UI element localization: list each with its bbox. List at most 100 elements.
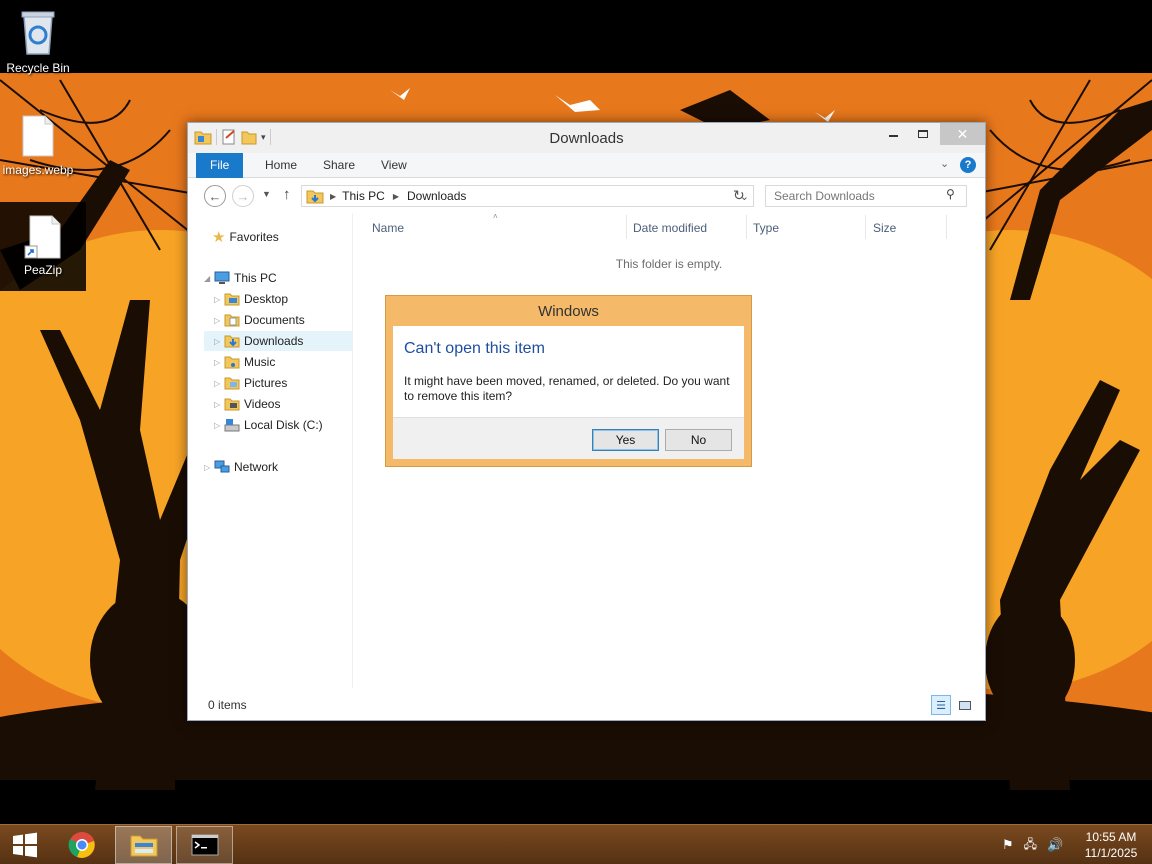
tab-view[interactable]: View bbox=[367, 153, 421, 178]
videos-folder-icon bbox=[224, 398, 240, 411]
yes-button[interactable]: Yes bbox=[592, 429, 659, 451]
tab-share[interactable]: Share bbox=[309, 153, 369, 178]
windows-logo-icon bbox=[13, 832, 37, 858]
taskbar-command-prompt[interactable] bbox=[176, 826, 233, 864]
file-icon bbox=[22, 115, 54, 157]
item-count: 0 items bbox=[208, 698, 247, 712]
search-icon[interactable]: ⚲ bbox=[946, 187, 955, 201]
nav-item-label: Desktop bbox=[244, 292, 289, 306]
column-header-type[interactable]: Type bbox=[753, 221, 779, 235]
collapsed-arrow-icon[interactable]: ▷ bbox=[214, 358, 224, 367]
back-button[interactable]: ← bbox=[204, 185, 226, 207]
dialog-message: It might have been moved, renamed, or de… bbox=[404, 374, 730, 403]
refresh-icon[interactable]: ↻ bbox=[733, 187, 745, 204]
start-button[interactable] bbox=[4, 826, 46, 864]
dialog-heading: Can't open this item bbox=[404, 340, 545, 357]
expanded-arrow-icon[interactable]: ◢ bbox=[204, 274, 214, 283]
collapsed-arrow-icon[interactable]: ▷ bbox=[214, 316, 224, 325]
no-button[interactable]: No bbox=[665, 429, 732, 451]
maximize-button[interactable] bbox=[910, 123, 936, 145]
column-divider[interactable] bbox=[626, 215, 627, 239]
collapsed-arrow-icon[interactable]: ▷ bbox=[214, 400, 224, 409]
tab-home[interactable]: Home bbox=[251, 153, 311, 178]
shortcut-file-icon bbox=[24, 215, 61, 259]
desktop-icon-label: images.webp bbox=[2, 163, 74, 177]
volume-icon[interactable]: 🔊 bbox=[1047, 837, 1063, 853]
chrome-icon bbox=[68, 832, 95, 858]
sidebar-item-videos[interactable]: ▷ Videos bbox=[214, 394, 280, 414]
action-center-flag-icon[interactable]: ⚑ bbox=[1002, 837, 1014, 853]
navigation-pane: ★ Favorites ◢ This PC ▷ Desktop ▷ Docume… bbox=[188, 213, 353, 688]
sidebar-item-downloads[interactable]: ▷ Downloads bbox=[204, 331, 352, 351]
network-status-icon[interactable]: 🖧 bbox=[1024, 835, 1037, 856]
sidebar-item-local-disk[interactable]: ▷ Local Disk (C:) bbox=[214, 415, 323, 435]
breadcrumb[interactable]: ▶ This PC ▶ Downloads ⌄ bbox=[301, 185, 754, 207]
column-header-name[interactable]: Name bbox=[372, 221, 404, 235]
file-explorer-icon bbox=[130, 835, 157, 857]
column-divider[interactable] bbox=[865, 215, 866, 239]
minimize-icon bbox=[888, 135, 898, 137]
nav-item-favorites[interactable]: ★ Favorites bbox=[212, 227, 279, 247]
sidebar-item-desktop[interactable]: ▷ Desktop bbox=[214, 289, 288, 309]
drive-icon bbox=[224, 419, 240, 432]
error-dialog: Windows Can't open this item It might ha… bbox=[385, 295, 752, 467]
status-bar: 0 items ☰ bbox=[188, 693, 985, 721]
collapsed-arrow-icon[interactable]: ▷ bbox=[214, 379, 224, 388]
column-header-date-modified[interactable]: Date modified bbox=[633, 221, 707, 235]
collapsed-arrow-icon[interactable]: ▷ bbox=[214, 337, 224, 346]
maximize-icon bbox=[918, 130, 928, 138]
expand-ribbon-icon[interactable]: ⌄ bbox=[940, 157, 949, 170]
dialog-body: Can't open this item It might have been … bbox=[393, 326, 744, 459]
details-view-button[interactable]: ☰ bbox=[931, 695, 951, 715]
breadcrumb-downloads[interactable]: Downloads bbox=[407, 189, 466, 203]
title-bar[interactable]: ▾ Downloads ✕ bbox=[188, 123, 985, 153]
documents-folder-icon bbox=[224, 314, 240, 327]
tab-file[interactable]: File bbox=[196, 153, 244, 178]
desktop-icon-label: PeaZip bbox=[23, 263, 63, 277]
recycle-bin-icon bbox=[21, 11, 55, 55]
desktop-icon-images-webp[interactable]: images.webp bbox=[0, 112, 76, 180]
forward-arrow-icon: → bbox=[236, 188, 250, 204]
forward-button[interactable]: → bbox=[232, 185, 254, 207]
nav-item-network[interactable]: ▷ Network bbox=[204, 457, 278, 477]
search-input[interactable]: Search Downloads bbox=[765, 185, 967, 207]
downloads-folder-icon bbox=[306, 190, 324, 203]
command-prompt-icon bbox=[191, 834, 218, 856]
taskbar-chrome[interactable] bbox=[60, 826, 104, 864]
sidebar-item-pictures[interactable]: ▷ Pictures bbox=[214, 373, 287, 393]
window-title: Downloads bbox=[549, 130, 624, 147]
nav-item-label: Pictures bbox=[244, 376, 288, 390]
clock[interactable]: 10:55 AM 11/1/2025 bbox=[1076, 829, 1146, 861]
large-icons-view-icon bbox=[959, 700, 971, 710]
taskbar: ⚑ 🖧 🔊 10:55 AM 11/1/2025 bbox=[0, 824, 1152, 864]
nav-item-label: Videos bbox=[244, 397, 281, 411]
sidebar-item-music[interactable]: ▷ Music bbox=[214, 352, 275, 372]
chevron-right-icon[interactable]: ▶ bbox=[330, 192, 336, 201]
sidebar-item-documents[interactable]: ▷ Documents bbox=[214, 310, 305, 330]
collapsed-arrow-icon[interactable]: ▷ bbox=[214, 421, 224, 430]
desktop-icon-recycle-bin[interactable]: Recycle Bin bbox=[0, 6, 76, 75]
dialog-footer: Yes No bbox=[393, 417, 744, 459]
help-icon[interactable]: ? bbox=[960, 157, 976, 173]
empty-folder-message: This folder is empty. bbox=[615, 257, 723, 271]
breadcrumb-this-pc[interactable]: This PC bbox=[342, 189, 385, 203]
nav-item-this-pc[interactable]: ◢ This PC bbox=[204, 268, 277, 288]
chevron-right-icon[interactable]: ▶ bbox=[393, 192, 399, 201]
close-icon: ✕ bbox=[956, 125, 969, 142]
up-arrow-icon[interactable]: ↑ bbox=[283, 186, 291, 203]
collapsed-arrow-icon[interactable]: ▷ bbox=[214, 295, 224, 304]
column-header-size[interactable]: Size bbox=[873, 221, 896, 235]
close-button[interactable]: ✕ bbox=[940, 123, 985, 145]
collapsed-arrow-icon[interactable]: ▷ bbox=[204, 463, 214, 472]
music-folder-icon bbox=[224, 356, 240, 369]
minimize-button[interactable] bbox=[880, 123, 906, 145]
nav-item-label: Local Disk (C:) bbox=[244, 418, 323, 432]
desktop-icon-label: Recycle Bin bbox=[6, 61, 70, 75]
large-icons-view-button[interactable] bbox=[955, 695, 975, 715]
column-divider[interactable] bbox=[946, 215, 947, 239]
desktop-icon-peazip[interactable]: PeaZip bbox=[0, 202, 86, 291]
taskbar-file-explorer[interactable] bbox=[115, 826, 172, 864]
column-divider[interactable] bbox=[746, 215, 747, 239]
network-icon bbox=[214, 460, 230, 473]
recent-locations-icon[interactable]: ▼ bbox=[262, 189, 271, 199]
